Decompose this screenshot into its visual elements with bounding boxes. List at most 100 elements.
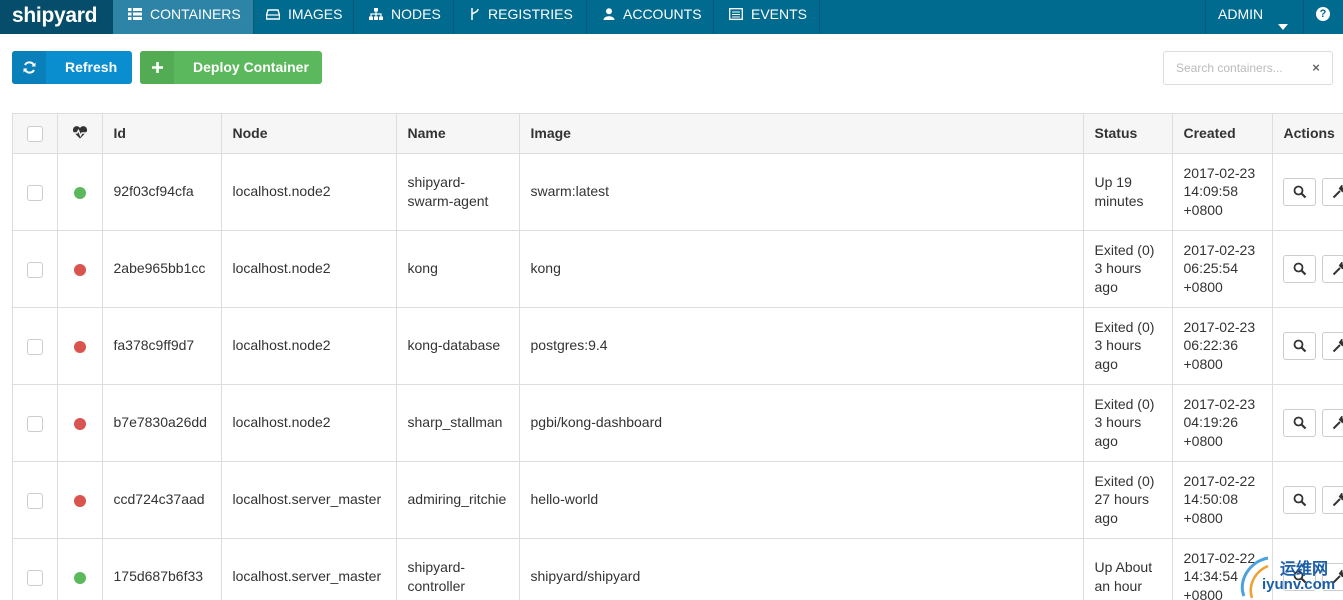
container-image: shipyard/shipyard: [519, 538, 1084, 600]
manage-button[interactable]: [1321, 408, 1343, 437]
inspect-button[interactable]: [1282, 254, 1316, 283]
sitemap-icon: [369, 0, 383, 29]
container-id[interactable]: 92f03cf94cfa: [102, 153, 222, 231]
column-header-created[interactable]: Created: [1172, 114, 1273, 154]
container-name: admiring_ritchie: [396, 461, 520, 539]
row-select-cell: [13, 230, 58, 308]
container-id[interactable]: 2abe965bb1cc: [102, 230, 222, 308]
manage-button[interactable]: [1321, 331, 1343, 360]
nav-label: REGISTRIES: [488, 6, 573, 22]
container-created: 2017-02-23 14:09:58 +0800: [1172, 153, 1273, 231]
nav-item-nodes[interactable]: NODES: [354, 0, 454, 34]
nav-item-containers[interactable]: CONTAINERS: [113, 0, 254, 34]
container-id[interactable]: 175d687b6f33: [102, 538, 222, 600]
row-select-cell: [13, 153, 58, 231]
branch-icon: [470, 0, 480, 29]
table-row: fa378c9ff9d7 localhost.node2 kong-databa…: [13, 307, 1343, 385]
container-id[interactable]: ccd724c37aad: [102, 461, 222, 539]
container-id[interactable]: fa378c9ff9d7: [102, 307, 222, 385]
plus-icon: [140, 51, 174, 84]
container-created: 2017-02-23 06:22:36 +0800: [1172, 307, 1273, 385]
top-navbar: shipyard CONTAINERS IMAGES NODES REGISTR…: [0, 0, 1343, 34]
container-status: Exited (0) 3 hours ago: [1083, 307, 1173, 385]
container-image: swarm:latest: [519, 153, 1084, 231]
select-all-cell: [13, 114, 58, 154]
list-icon: [729, 0, 743, 29]
container-image: hello-world: [519, 461, 1084, 539]
search-box: ×: [1163, 51, 1333, 85]
status-running-dot: [73, 571, 86, 584]
health-cell: [57, 153, 103, 231]
refresh-label: Refresh: [65, 59, 118, 75]
select-all-checkbox[interactable]: [26, 125, 43, 142]
container-created: 2017-02-23 06:25:54 +0800: [1172, 230, 1273, 308]
container-image: kong: [519, 230, 1084, 308]
row-checkbox[interactable]: [26, 338, 43, 355]
status-exited-dot: [73, 494, 86, 507]
containers-table: Id Node Name Image Status Created Action…: [12, 113, 1343, 600]
container-node: localhost.node2: [221, 384, 397, 462]
container-created: 2017-02-22 14:50:08 +0800: [1172, 461, 1273, 539]
column-header-node[interactable]: Node: [221, 114, 397, 154]
container-node: localhost.server_master: [221, 538, 397, 600]
row-checkbox[interactable]: [26, 184, 43, 201]
nav-item-events[interactable]: EVENTS: [714, 0, 820, 34]
row-checkbox[interactable]: [26, 261, 43, 278]
table-header-row: Id Node Name Image Status Created Action…: [13, 114, 1343, 154]
column-header-image[interactable]: Image: [519, 114, 1084, 154]
container-node: localhost.node2: [221, 307, 397, 385]
nav-item-images[interactable]: IMAGES: [254, 0, 354, 34]
column-header-name[interactable]: Name: [396, 114, 520, 154]
nav-label: IMAGES: [288, 6, 343, 22]
inspect-button[interactable]: [1282, 408, 1316, 437]
container-status: Up About an hour: [1083, 538, 1173, 600]
grid-icon: [128, 0, 142, 29]
row-select-cell: [13, 538, 58, 600]
nav-label: EVENTS: [751, 6, 808, 22]
column-header-status[interactable]: Status: [1083, 114, 1173, 154]
inspect-button[interactable]: [1282, 485, 1316, 514]
table-row: 2abe965bb1cc localhost.node2 kong kong E…: [13, 230, 1343, 308]
container-node: localhost.server_master: [221, 461, 397, 539]
column-header-id[interactable]: Id: [102, 114, 222, 154]
search-input[interactable]: [1164, 52, 1309, 84]
deploy-container-button[interactable]: Deploy Container: [140, 51, 322, 84]
user-menu[interactable]: ADMIN: [1205, 0, 1303, 34]
status-exited-dot: [73, 263, 86, 276]
inspect-button[interactable]: [1282, 331, 1316, 360]
help-button[interactable]: ?: [1303, 0, 1343, 34]
container-node: localhost.node2: [221, 230, 397, 308]
row-checkbox[interactable]: [26, 415, 43, 432]
container-created: 2017-02-23 04:19:26 +0800: [1172, 384, 1273, 462]
hdd-icon: [266, 0, 280, 29]
inspect-button[interactable]: [1282, 177, 1316, 206]
refresh-icon: [12, 51, 46, 84]
nav-label: ACCOUNTS: [623, 6, 702, 22]
column-header-actions: Actions: [1272, 114, 1343, 154]
manage-button[interactable]: [1321, 254, 1343, 283]
row-select-cell: [13, 307, 58, 385]
table-row: b7e7830a26dd localhost.node2 sharp_stall…: [13, 384, 1343, 462]
brand-logo[interactable]: shipyard: [0, 0, 113, 34]
heartbeat-icon: [72, 126, 88, 142]
status-exited-dot: [73, 417, 86, 430]
refresh-button[interactable]: Refresh: [12, 51, 132, 84]
nav-item-registries[interactable]: REGISTRIES: [454, 0, 587, 34]
container-name: shipyard-controller: [396, 538, 520, 600]
container-image: pgbi/kong-dashboard: [519, 384, 1084, 462]
actions-cell: [1272, 307, 1343, 385]
nav-item-accounts[interactable]: ACCOUNTS: [587, 0, 714, 34]
watermark-text-url: iyunv.com: [1262, 576, 1336, 593]
row-checkbox[interactable]: [26, 569, 43, 586]
container-status: Exited (0) 27 hours ago: [1083, 461, 1173, 539]
actions-cell: [1272, 153, 1343, 231]
clear-search-icon[interactable]: ×: [1309, 61, 1323, 75]
container-id[interactable]: b7e7830a26dd: [102, 384, 222, 462]
actions-cell: [1272, 384, 1343, 462]
status-exited-dot: [73, 340, 86, 353]
manage-button[interactable]: [1321, 485, 1343, 514]
container-name: shipyard-swarm-agent: [396, 153, 520, 231]
table-row: 175d687b6f33 localhost.server_master shi…: [13, 538, 1343, 600]
manage-button[interactable]: [1321, 177, 1343, 206]
row-checkbox[interactable]: [26, 492, 43, 509]
